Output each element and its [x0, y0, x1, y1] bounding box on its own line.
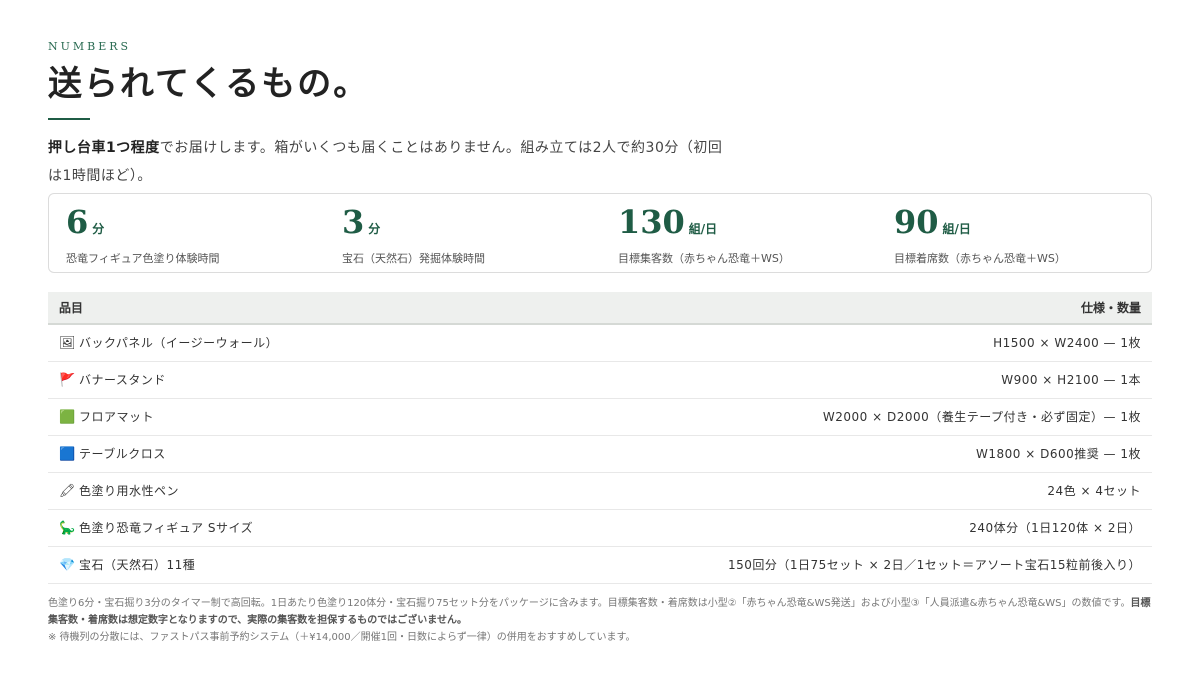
stat-unit: 組/日: [688, 222, 718, 236]
page-title: 送られてくるもの。: [48, 64, 370, 104]
item-spec: 240体分（1日120体 × 2日）: [969, 521, 1141, 535]
table-row: 🟦 テーブルクロス W1800 × D600推奨 — 1枚: [48, 435, 1152, 472]
intro-bold: 押し台車1つ程度: [48, 140, 160, 156]
table-row: 🦕 色塗り恐竜フィギュア Sサイズ 240体分（1日120体 × 2日）: [48, 509, 1152, 546]
stat-label: 目標着席数（赤ちゃん恐竜＋WS）: [894, 252, 1066, 265]
stat-target-seats: 90 組/日 目標着席数（赤ちゃん恐竜＋WS）: [894, 206, 1066, 266]
stat-value: 6: [66, 203, 89, 241]
intro-text-1: でお届けします。箱がいくつも届くことはありません。組み立ては2人で約30分（初回: [159, 140, 723, 156]
stat-digging-time: 3分 宝石（天然石）発掘体験時間: [342, 206, 485, 266]
table-row: 🖼 バックパネル（イージーウォール） H1500 × W2400 — 1枚: [48, 324, 1152, 361]
dinosaur-icon: 🦕: [59, 521, 76, 536]
footnote-1: 色塗り6分・宝石掘り3分のタイマー制で高回転。1日あたり色塗り120体分・宝石掘…: [48, 598, 1131, 609]
stat-unit: 分: [368, 222, 381, 236]
red-flag-icon: 🚩: [59, 373, 76, 388]
table-row: 🖍 色塗り用水性ペン 24色 × 4セット: [48, 472, 1152, 509]
intro-text: 押し台車1つ程度でお届けします。箱がいくつも届くことはありません。組み立ては2人…: [48, 134, 768, 190]
stat-value: 90: [894, 203, 939, 241]
item-spec: H1500 × W2400 — 1枚: [993, 336, 1141, 351]
item-name: フロアマット: [79, 410, 155, 424]
stat-coloring-time: 6分 恐竜フィギュア色塗り体験時間: [66, 206, 220, 266]
stat-unit: 組/日: [942, 222, 971, 236]
footnotes: 色塗り6分・宝石掘り3分のタイマー制で高回転。1日あたり色塗り120体分・宝石掘…: [48, 595, 1152, 646]
stat-label: 宝石（天然石）発掘体験時間: [342, 252, 485, 265]
table-row: 💎 宝石（天然石）11種 150回分（1日75セット × 2日／1セット＝アソート…: [48, 546, 1152, 583]
item-name: 宝石（天然石）11種: [79, 558, 196, 572]
stat-label: 目標集客数（赤ちゃん恐竜＋WS）: [618, 252, 790, 265]
item-spec: W1800 × D600推奨 — 1枚: [976, 447, 1141, 461]
item-name: バックパネル（イージーウォール）: [79, 336, 279, 351]
item-name: テーブルクロス: [79, 447, 166, 461]
col-header-item: 品目: [59, 301, 84, 315]
items-table: 品目 仕様・数量 🖼 バックパネル（イージーウォール） H1500 × W2400…: [48, 292, 1152, 584]
item-spec: W2000 × D2000（養生テープ付き・必ず固定）— 1枚: [822, 410, 1141, 424]
crayon-icon: 🖍: [59, 484, 77, 499]
stats-panel: 6分 恐竜フィギュア色塗り体験時間 3分 宝石（天然石）発掘体験時間 130 組/…: [48, 193, 1152, 273]
stat-target-visitors: 130 組/日 目標集客数（赤ちゃん恐竜＋WS）: [618, 206, 790, 266]
table-row: 🟩 フロアマット W2000 × D2000（養生テープ付き・必ず固定）— 1枚: [48, 398, 1152, 435]
intro-text-2: は1時間ほど）。: [48, 168, 152, 184]
picture-frame-icon: 🖼: [59, 336, 77, 352]
gem-icon: 💎: [59, 558, 76, 573]
blue-square-icon: 🟦: [59, 447, 76, 462]
item-name: 色塗り恐竜フィギュア Sサイズ: [79, 521, 254, 535]
stat-label: 恐竜フィギュア色塗り体験時間: [66, 252, 220, 265]
table-row: 🚩 バナースタンド W900 × H2100 — 1本: [48, 361, 1152, 398]
item-spec: W900 × H2100 — 1本: [1001, 373, 1141, 387]
item-name: バナースタンド: [79, 373, 166, 387]
item-spec: 150回分（1日75セット × 2日／1セット＝アソート宝石15粒前後入り）: [727, 558, 1141, 572]
stat-value: 3: [342, 203, 365, 241]
section-eyebrow: NUMBERS: [48, 40, 132, 53]
green-square-icon: 🟩: [59, 410, 76, 425]
stat-value: 130: [618, 203, 685, 241]
stat-unit: 分: [92, 222, 105, 236]
title-underline: [48, 118, 90, 120]
footnote-2: ※ 待機列の分散には、ファストパス事前予約システム（＋¥14,000／開催1回・…: [48, 632, 636, 643]
col-header-spec: 仕様・数量: [1080, 301, 1141, 315]
item-name: 色塗り用水性ペン: [79, 484, 180, 498]
table-header-row: 品目 仕様・数量: [48, 292, 1152, 324]
item-spec: 24色 × 4セット: [1047, 484, 1141, 498]
